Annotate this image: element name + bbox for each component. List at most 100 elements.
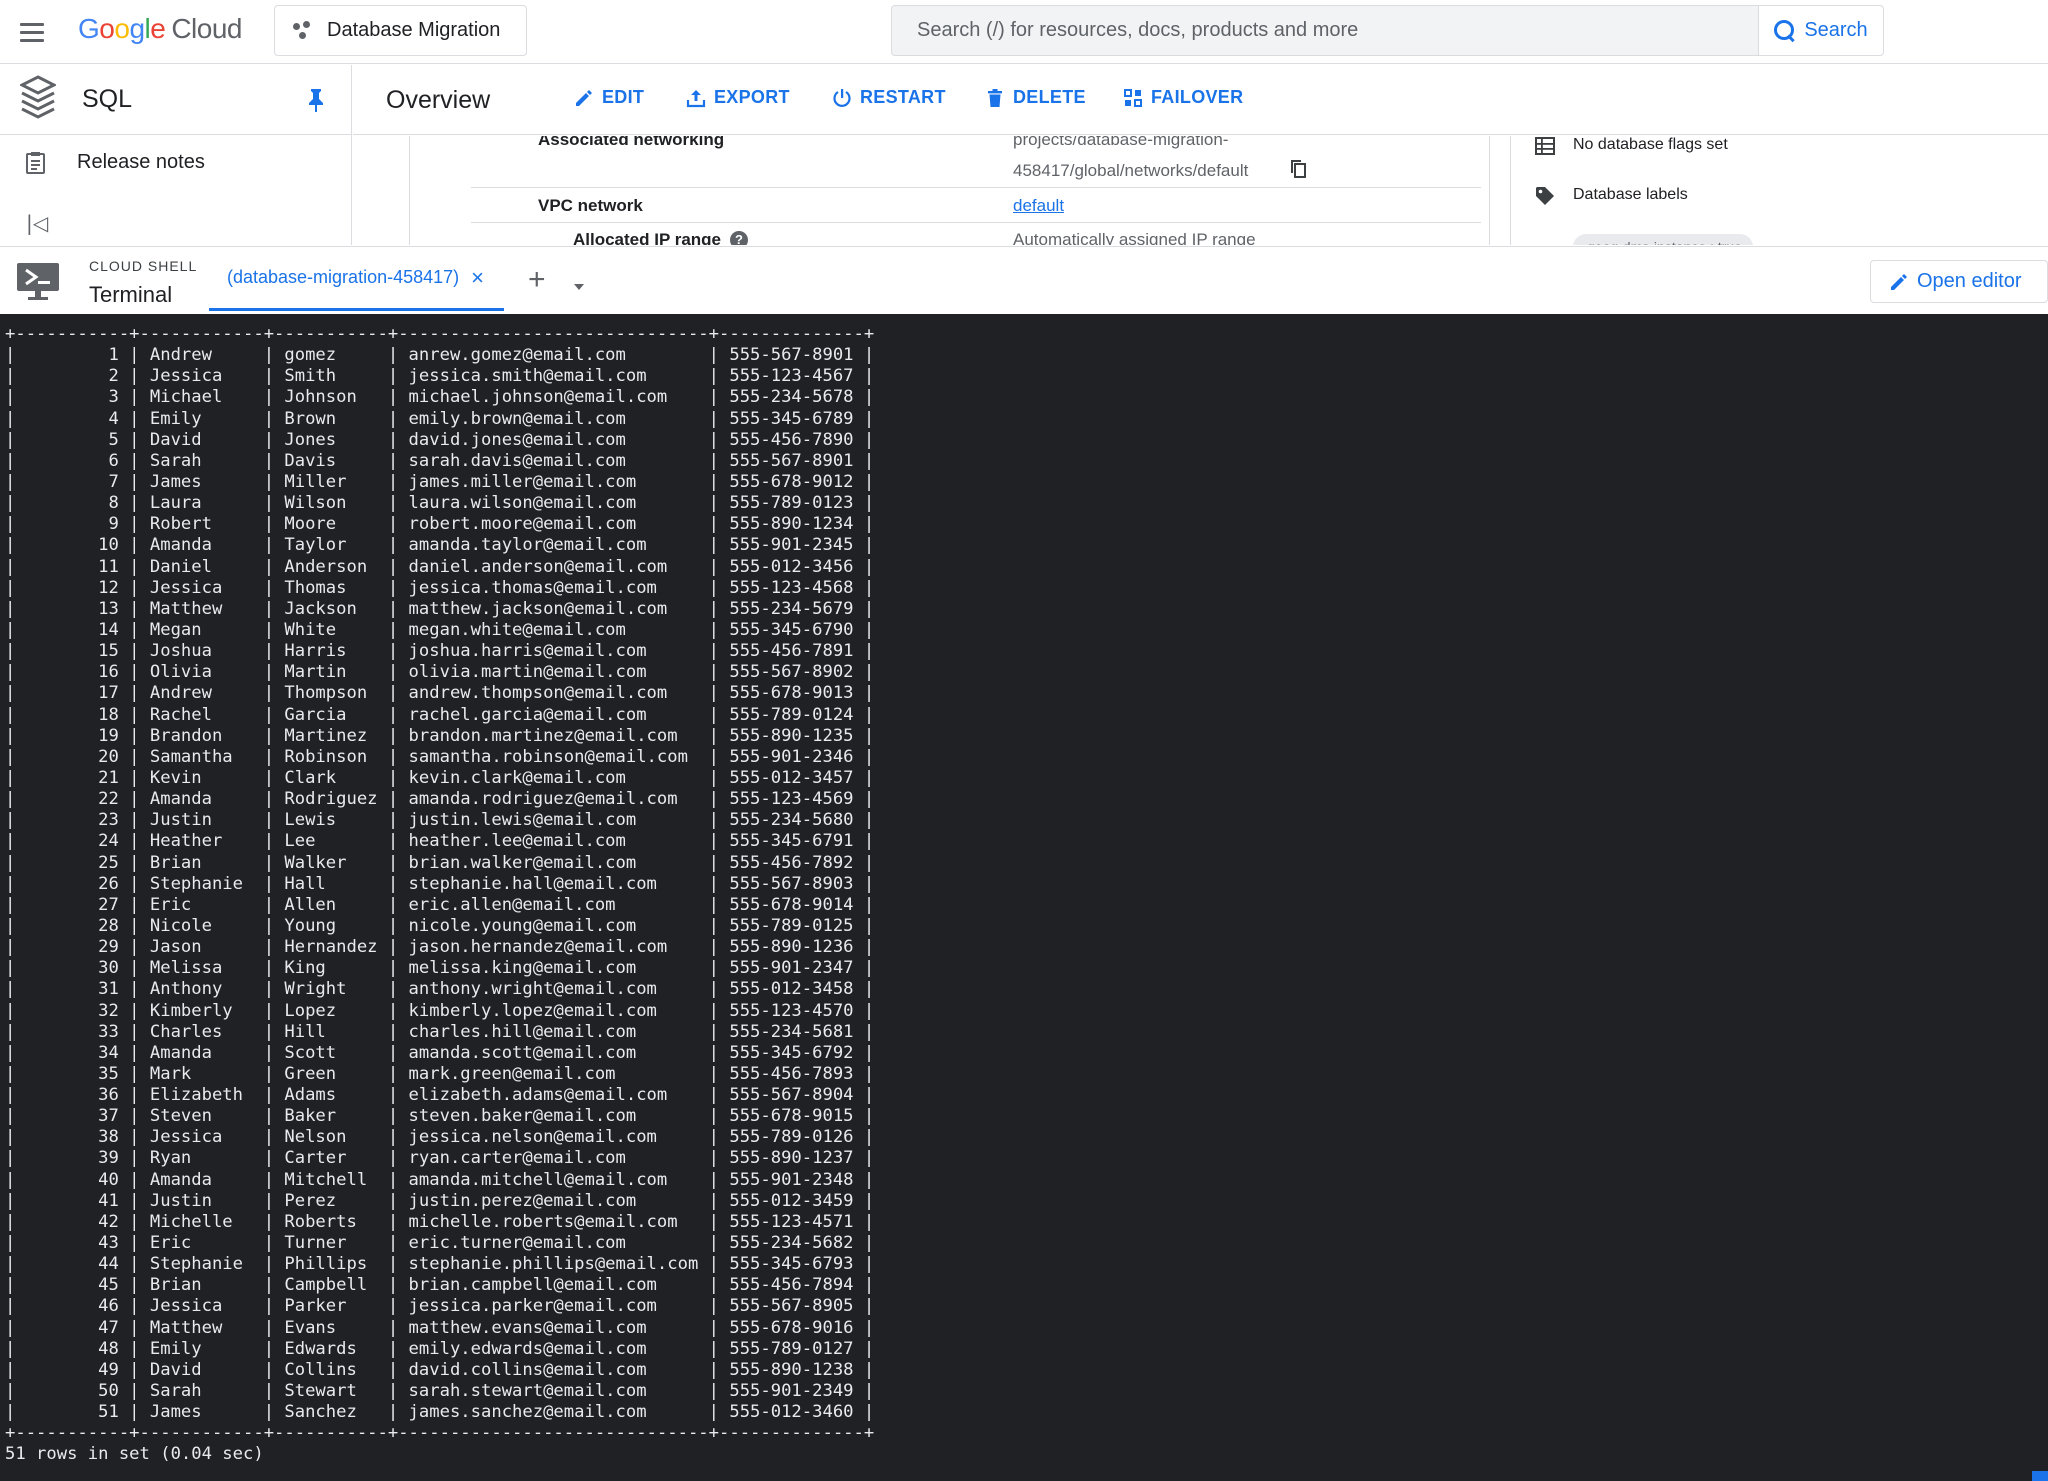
open-editor-pencil-icon	[1891, 273, 1907, 290]
terminal-tab[interactable]: (database-migration-458417) ×	[209, 267, 504, 311]
top-bar: Google Cloud Database Migration Search	[0, 0, 2048, 64]
table-row: | 49 | David | Collins | david.collins@e…	[5, 1359, 875, 1380]
pin-icon[interactable]	[305, 87, 327, 113]
table-row: | 47 | Matthew | Evans | matthew.evans@e…	[5, 1317, 875, 1338]
release-notes-icon	[26, 152, 45, 174]
table-row: | 18 | Rachel | Garcia | rachel.garcia@e…	[5, 704, 875, 725]
search-input[interactable]	[917, 19, 1758, 42]
export-icon	[686, 89, 706, 107]
google-cloud-logo[interactable]: Google Cloud	[78, 13, 242, 45]
delete-button-label: DELETE	[1013, 87, 1086, 107]
open-editor-button[interactable]: Open editor	[1870, 260, 2048, 303]
table-row: | 12 | Jessica | Thomas | jessica.thomas…	[5, 577, 875, 598]
open-editor-label: Open editor	[1917, 270, 2022, 292]
table-row: | 19 | Brandon | Martinez | brandon.mart…	[5, 725, 875, 746]
table-row: | 38 | Jessica | Nelson | jessica.nelson…	[5, 1127, 875, 1148]
nav-title: SQL	[82, 85, 133, 113]
table-row: | 51 | James | Sanchez | james.sanchez@e…	[5, 1402, 875, 1423]
search-button[interactable]: Search	[1758, 5, 1884, 56]
add-tab-icon[interactable]: +	[528, 265, 546, 295]
logo-letter: e	[150, 13, 166, 44]
close-tab-icon[interactable]: ×	[471, 267, 484, 289]
restart-button-label: RESTART	[860, 87, 946, 107]
table-row: | 41 | Justin | Perez | justin.perez@ema…	[5, 1190, 875, 1211]
table-row: | 11 | Daniel | Anderson | daniel.anders…	[5, 556, 875, 577]
table-row: | 14 | Megan | White | megan.white@email…	[5, 619, 875, 640]
instance-details-panel: Associated networking projects/database-…	[353, 136, 2048, 245]
copy-icon[interactable]	[1290, 160, 1306, 178]
help-icon[interactable]: ?	[730, 231, 748, 245]
tab-menu-caret-icon[interactable]	[574, 284, 584, 290]
table-row: | 40 | Amanda | Mitchell | amanda.mitche…	[5, 1169, 875, 1190]
flags-table-icon	[1535, 137, 1555, 155]
table-row: | 22 | Amanda | Rodriguez | amanda.rodri…	[5, 789, 875, 810]
allocated-ip-label: Allocated IP range	[573, 230, 722, 245]
table-row: | 36 | Elizabeth | Adams | elizabeth.ada…	[5, 1085, 875, 1106]
export-button[interactable]: EXPORT	[686, 87, 790, 108]
divider	[1489, 136, 1490, 245]
collapse-nav-icon[interactable]: |◁	[26, 211, 48, 235]
vpc-network-label: VPC network	[538, 196, 643, 215]
table-row: | 50 | Sarah | Stewart | sarah.stewart@e…	[5, 1381, 875, 1402]
restart-button[interactable]: RESTART	[832, 87, 946, 108]
table-row: | 46 | Jessica | Parker | jessica.parker…	[5, 1296, 875, 1317]
table-row: | 48 | Emily | Edwards | emily.edwards@e…	[5, 1338, 875, 1359]
table-row: | 16 | Olivia | Martin | olivia.martin@e…	[5, 662, 875, 683]
page-title: Overview	[386, 86, 491, 114]
nav-item-release-notes[interactable]: Release notes	[0, 137, 352, 187]
table-row: | 30 | Melissa | King | melissa.king@ema…	[5, 958, 875, 979]
table-row: | 45 | Brian | Campbell | brian.campbell…	[5, 1275, 875, 1296]
table-row: | 2 | Jessica | Smith | jessica.smith@em…	[5, 366, 875, 387]
allocated-ip-value: Automatically assigned IP range	[1013, 230, 1256, 245]
search-field[interactable]	[891, 5, 1759, 56]
edit-button[interactable]: EDIT	[574, 87, 644, 108]
table-row: | 9 | Robert | Moore | robert.moore@emai…	[5, 514, 875, 535]
table-row: | 15 | Joshua | Harris | joshua.harris@e…	[5, 641, 875, 662]
table-row: | 28 | Nicole | Young | nicole.young@ema…	[5, 915, 875, 936]
table-row: | 5 | David | Jones | david.jones@email.…	[5, 429, 875, 450]
label-tag-icon	[1536, 187, 1554, 205]
associated-networking-value: projects/database-migration-	[1013, 136, 1229, 149]
search-button-label: Search	[1804, 19, 1868, 41]
table-row: | 10 | Amanda | Taylor | amanda.taylor@e…	[5, 535, 875, 556]
failover-button[interactable]: FAILOVER	[1123, 87, 1243, 108]
table-row: | 39 | Ryan | Carter | ryan.carter@email…	[5, 1148, 875, 1169]
table-row: | 13 | Matthew | Jackson | matthew.jacks…	[5, 598, 875, 619]
nav-item-label: Release notes	[77, 151, 205, 173]
table-row: | 29 | Jason | Hernandez | jason.hernand…	[5, 937, 875, 958]
project-dots-icon	[293, 20, 313, 41]
table-row: | 20 | Samantha | Robinson | samantha.ro…	[5, 746, 875, 767]
table-row: | 4 | Emily | Brown | emily.brown@email.…	[5, 408, 875, 429]
table-row: | 27 | Eric | Allen | eric.allen@email.c…	[5, 894, 875, 915]
table-row: | 17 | Andrew | Thompson | andrew.thomps…	[5, 683, 875, 704]
nav-header: SQL	[0, 65, 352, 135]
table-row: | 24 | Heather | Lee | heather.lee@email…	[5, 831, 875, 852]
menu-icon[interactable]	[14, 14, 50, 50]
sql-stack-icon	[20, 75, 56, 119]
logo-letter: G	[78, 13, 100, 44]
table-row: | 43 | Eric | Turner | eric.turner@email…	[5, 1233, 875, 1254]
project-picker-button[interactable]: Database Migration	[274, 5, 527, 56]
table-row: | 21 | Kevin | Clark | kevin.clark@email…	[5, 767, 875, 788]
terminal-scroll-indicator	[2032, 1471, 2048, 1481]
delete-button[interactable]: DELETE	[985, 87, 1086, 108]
search-icon	[1774, 19, 1796, 42]
vpc-network-link[interactable]: default	[1013, 196, 1064, 216]
logo-letter: g	[129, 13, 145, 44]
delete-trash-icon	[988, 88, 1002, 107]
logo-suffix: Cloud	[171, 13, 242, 44]
overview-toolbar: Overview EDIT EXPORT RESTART DELETE FAIL…	[353, 65, 2048, 135]
restart-icon	[833, 88, 851, 107]
terminal-pane[interactable]: +-----------+------------+-----------+--…	[0, 314, 2048, 1481]
table-row: | 26 | Stephanie | Hall | stephanie.hall…	[5, 873, 875, 894]
database-flags-text: No database flags set	[1573, 136, 1728, 153]
edit-pencil-icon	[576, 89, 592, 106]
failover-icon	[1124, 88, 1142, 107]
table-row: | 37 | Steven | Baker | steven.baker@ema…	[5, 1106, 875, 1127]
result-summary: 51 rows in set (0.04 sec)	[5, 1444, 264, 1465]
database-label-chip: goog-dms-instance : true	[1573, 234, 1753, 245]
table-row: | 3 | Michael | Johnson | michael.johnso…	[5, 387, 875, 408]
table-border: +-----------+------------+-----------+--…	[5, 324, 875, 344]
row-divider	[471, 222, 1481, 223]
table-row: | 34 | Amanda | Scott | amanda.scott@ema…	[5, 1042, 875, 1063]
